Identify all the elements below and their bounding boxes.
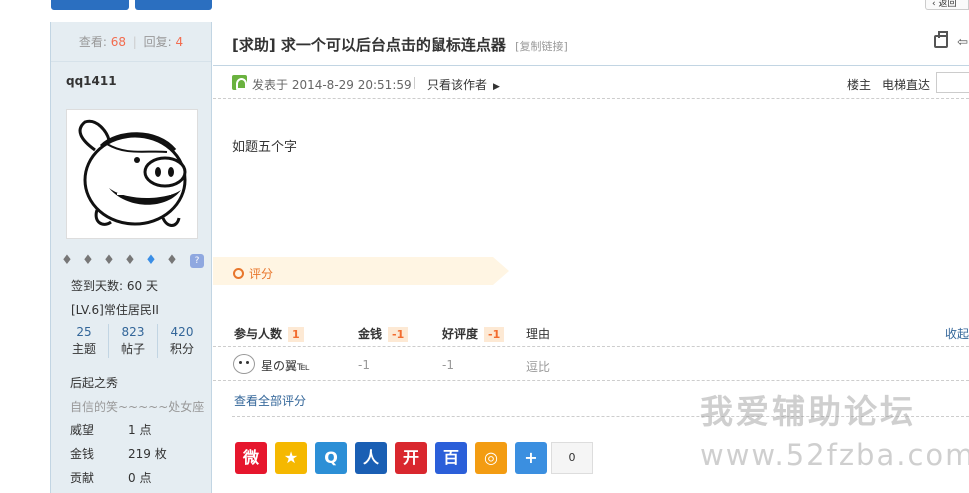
rater-reason: 逗比 (526, 360, 551, 374)
author-username[interactable]: qq1411 (66, 74, 117, 88)
col-participants: 参与人数 1 (234, 325, 304, 342)
rater-name[interactable]: 星の翼℡ (261, 357, 310, 374)
user-signature: 自信的笑~~~~~处女座 (70, 400, 205, 414)
stat-value: 420 (170, 325, 194, 339)
medal-icon[interactable]: ♦ (100, 254, 118, 268)
share-count: 0 (551, 442, 593, 474)
post-time: 发表于 2014-8-29 20:51:59 (252, 78, 412, 92)
col-money: 金钱 -1 (358, 325, 409, 342)
stat-threads[interactable]: 25 主题 (60, 324, 109, 358)
weibo-share-icon[interactable]: 微 (235, 442, 267, 474)
rating-table-header: 参与人数 1 金钱 -1 好评度 -1 理由 收起 (213, 314, 969, 347)
watermark-title: 我爱辅助论坛 (700, 392, 916, 431)
credit-label: 贡献 (70, 471, 95, 485)
credit-label: 威望 (70, 423, 95, 437)
reputation-total: -1 (484, 327, 505, 342)
floor-label: 楼主 (847, 78, 872, 92)
kaixin-share-icon[interactable]: 开 (395, 442, 427, 474)
stat-label: 帖子 (120, 342, 145, 356)
medal-icon[interactable]: ♦ (121, 254, 139, 268)
new-thread-button[interactable] (51, 0, 129, 10)
collapse-rating-link[interactable]: 收起 (945, 325, 969, 342)
credit-prestige: 威望 1 点 (70, 421, 151, 438)
thread-title: [求助] 求一个可以后台点击的鼠标连点器 (232, 36, 506, 54)
top-bar: ‹ 返回 (0, 0, 969, 20)
participants-count: 1 (288, 327, 304, 342)
post-content: 如题五个字 (232, 140, 298, 155)
post-meta: 发表于 2014-8-29 20:51:59 只看该作者 ▶ 楼主 电梯直达 (213, 66, 969, 99)
views-label: 查看: (78, 35, 107, 49)
back-label: 返回 (938, 0, 957, 9)
credit-value: 1 点 (128, 423, 152, 437)
avatar[interactable] (66, 109, 198, 239)
reply-button[interactable] (135, 0, 212, 10)
rater-money: -1 (358, 358, 370, 372)
rating-header: 评分 (233, 265, 273, 282)
qzone-share-icon[interactable]: ★ (275, 442, 307, 474)
stat-label: 积分 (169, 342, 194, 356)
money-total: -1 (388, 327, 409, 342)
credit-contribution: 贡献 0 点 (70, 469, 151, 486)
rating-circle-icon (233, 268, 244, 279)
rater-reputation: -1 (442, 358, 454, 372)
back-arrow-icon[interactable]: ⇦ (957, 35, 968, 50)
user-stats: 25 主题 823 帖子 420 积分 (60, 324, 206, 358)
only-author-link[interactable]: 只看该作者 ▶ (427, 76, 500, 93)
renren-share-icon[interactable]: 人 (355, 442, 387, 474)
stat-value: 823 (121, 325, 145, 339)
floor-jump-input[interactable] (936, 72, 969, 93)
online-status-icon (232, 75, 247, 90)
col-reputation: 好评度 -1 (442, 325, 505, 342)
medal-icon[interactable]: ♦ (142, 254, 160, 268)
thread-stats: 查看: 68 | 回复: 4 (51, 22, 211, 62)
rating-label: 评分 (249, 267, 274, 281)
view-all-ratings-link[interactable]: 查看全部评分 (234, 392, 306, 409)
more-share-icon[interactable]: + (515, 442, 547, 474)
caret-right-icon: ▶ (493, 82, 500, 92)
credit-value: 219 枚 (128, 447, 167, 461)
medal-icon[interactable]: ♦ (58, 254, 76, 268)
meta-divider (414, 77, 415, 89)
rater-avatar[interactable] (233, 354, 255, 374)
share-bar: 微 ★ Q 人 开 百 ◎ + 0 (235, 442, 593, 474)
watermark-url: www.52fzba.com (700, 438, 969, 472)
col-reputation-label: 好评度 (442, 327, 479, 341)
medal-icon[interactable]: ♦ (79, 254, 97, 268)
medal-icon[interactable]: ♦ (163, 254, 181, 268)
back-to-list-button[interactable]: ‹ 返回 (925, 0, 969, 10)
credit-label: 金钱 (70, 447, 95, 461)
douban-share-icon[interactable]: ◎ (475, 442, 507, 474)
table-row: 星の翼℡ -1 -1 逗比 (213, 347, 969, 381)
floor-jump-label: 电梯直达 (882, 78, 931, 92)
tencent-weibo-share-icon[interactable]: Q (315, 442, 347, 474)
stat-value: 25 (76, 325, 92, 339)
stat-posts[interactable]: 823 帖子 (109, 324, 158, 358)
stat-label: 主题 (71, 342, 96, 356)
page-title: [求助] 求一个可以后台点击的鼠标连点器 [复制链接] (232, 34, 568, 55)
user-level[interactable]: [LV.6]常住居民II (71, 301, 159, 318)
pig-avatar-image (78, 119, 187, 227)
credit-money: 金钱 219 枚 (70, 445, 167, 462)
help-icon[interactable]: ? (190, 254, 204, 268)
stats-separator: | (132, 35, 137, 49)
views-count: 68 (110, 35, 126, 49)
baidu-share-icon[interactable]: 百 (435, 442, 467, 474)
medal-list: ♦ ♦ ♦ ♦ ♦ ♦ ? (58, 254, 204, 268)
col-reason: 理由 (526, 327, 551, 341)
user-group[interactable]: 后起之秀 (70, 374, 210, 391)
replies-count: 4 (175, 35, 184, 49)
stat-points[interactable]: 420 积分 (158, 324, 206, 358)
author-sidebar: 查看: 68 | 回复: 4 qq1411 ♦ ♦ ♦ ♦ ♦ ♦ ? 签到天数… (50, 22, 212, 493)
col-participants-label: 参与人数 (234, 327, 283, 341)
title-row: [求助] 求一个可以后台点击的鼠标连点器 [复制链接] ⇦ (213, 22, 969, 66)
col-money-label: 金钱 (358, 327, 383, 341)
signin-days: 签到天数: 60 天 (71, 279, 158, 293)
print-icon[interactable] (934, 31, 948, 48)
replies-label: 回复: (143, 35, 172, 49)
only-author-label: 只看该作者 (427, 78, 488, 92)
copy-link-button[interactable]: [复制链接] (515, 40, 568, 53)
credit-value: 0 点 (128, 471, 152, 485)
